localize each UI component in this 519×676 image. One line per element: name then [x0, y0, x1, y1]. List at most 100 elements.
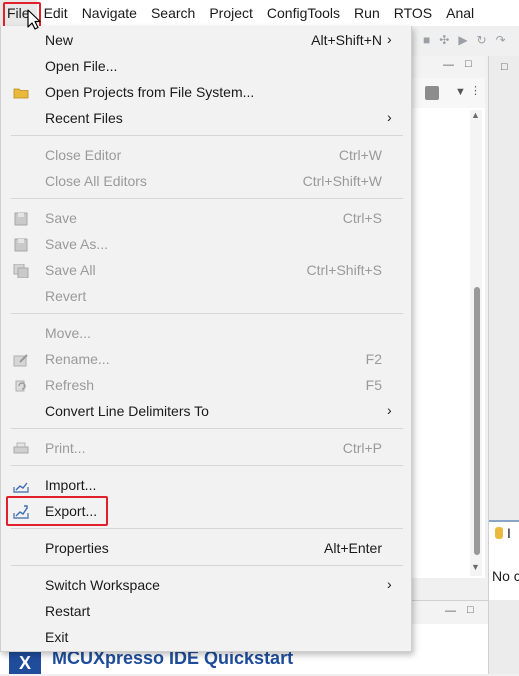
file-menu-dropdown: New Alt+Shift+N › Open File... Open Proj… [0, 26, 412, 652]
maximize-icon[interactable]: □ [501, 61, 508, 73]
menu-item-label: Open File... [45, 58, 118, 74]
menu-item-shortcut: Ctrl+Shift+W [302, 173, 382, 189]
menu-rtos[interactable]: RTOS [387, 0, 439, 26]
menu-separator [11, 313, 403, 314]
import-highlight [6, 496, 108, 526]
menu-item-move[interactable]: Move... [1, 321, 411, 347]
menu-item-shortcut: Ctrl+W [338, 147, 382, 163]
menu-item-open-projects[interactable]: Open Projects from File System... [1, 80, 411, 106]
menu-item-shortcut: Ctrl+P [342, 440, 382, 456]
menu-item-shortcut: F2 [365, 351, 382, 367]
menu-item-save-all[interactable]: Save All Ctrl+Shift+S [1, 258, 411, 284]
debug-icon[interactable]: ✣ [439, 33, 449, 47]
menu-item-new[interactable]: New Alt+Shift+N › [1, 28, 411, 54]
submenu-arrow-icon: › [387, 31, 392, 47]
mouse-cursor-icon [27, 9, 41, 30]
menu-item-recent-files[interactable]: Recent Files › [1, 106, 411, 132]
import-icon [13, 482, 29, 493]
minimize-icon[interactable]: — [443, 59, 454, 71]
menu-item-label: Switch Workspace [45, 577, 160, 593]
menu-item-convert-line-delimiters[interactable]: Convert Line Delimiters To › [1, 399, 411, 425]
folder-icon [13, 88, 29, 99]
menu-item-label: Recent Files [45, 110, 123, 126]
menu-item-label: Refresh [45, 377, 95, 393]
menu-item-label: Close All Editors [45, 173, 147, 189]
menu-item-label: Print... [45, 440, 86, 456]
menu-item-restart[interactable]: Restart [1, 599, 411, 625]
menu-edit[interactable]: Edit [37, 0, 75, 26]
menu-separator [11, 135, 403, 136]
view-toolbar: ▼ ⋮ [411, 78, 485, 108]
menu-item-shortcut: Alt+Enter [324, 540, 382, 556]
refresh-icon [15, 380, 26, 392]
submenu-arrow-icon: › [387, 576, 392, 592]
menu-item-save[interactable]: Save Ctrl+S [1, 206, 411, 232]
view-menu-icon[interactable]: ⋮ [470, 84, 481, 97]
cycle-icon[interactable]: ↻ [477, 33, 487, 47]
filter-icon[interactable] [425, 86, 439, 100]
menu-project[interactable]: Project [202, 0, 260, 26]
menu-item-label: Save [45, 210, 77, 226]
submenu-arrow-icon: › [387, 109, 392, 125]
minimize-icon[interactable]: — [445, 605, 456, 617]
menu-item-label: Open Projects from File System... [45, 84, 255, 100]
menu-item-label: Save As... [45, 236, 109, 252]
menu-item-open-file[interactable]: Open File... [1, 54, 411, 80]
scroll-up-icon[interactable]: ▲ [471, 110, 480, 120]
save-all-icon [13, 264, 29, 278]
menu-item-print[interactable]: Print... Ctrl+P [1, 436, 411, 462]
menu-item-label: Import... [45, 477, 97, 493]
main-toolbar: ■ ✣ ▶ ↻ ↷ [411, 26, 519, 54]
menu-separator [11, 428, 403, 429]
right-panel-message: No c [492, 568, 519, 584]
menu-separator [11, 565, 403, 566]
menu-separator [11, 465, 403, 466]
menu-bar: File Edit Navigate Search Project Config… [0, 0, 519, 27]
menu-item-label: Exit [45, 629, 69, 645]
menu-item-switch-workspace[interactable]: Switch Workspace › [1, 573, 411, 599]
print-icon [13, 442, 29, 454]
chevron-down-icon[interactable]: ▼ [455, 86, 466, 98]
scroll-down-icon[interactable]: ▼ [471, 562, 480, 572]
mcuxpresso-logo-icon: X [9, 650, 41, 674]
menu-item-label: Revert [45, 288, 87, 304]
rename-icon [13, 354, 28, 367]
maximize-icon[interactable]: □ [467, 604, 474, 616]
save-as-icon [14, 238, 28, 252]
save-icon [14, 212, 28, 226]
menu-item-rename[interactable]: Rename... F2 [1, 347, 411, 373]
menu-item-label: Rename... [45, 351, 110, 367]
menu-search[interactable]: Search [144, 0, 202, 26]
menu-item-revert[interactable]: Revert [1, 284, 411, 310]
database-icon [495, 527, 503, 539]
menu-item-exit[interactable]: Exit [1, 625, 411, 651]
maximize-icon[interactable]: □ [465, 58, 472, 70]
menu-analysis[interactable]: Anal [439, 0, 481, 26]
menu-item-refresh[interactable]: Refresh F5 [1, 373, 411, 399]
submenu-arrow-icon: › [387, 402, 392, 418]
menu-item-shortcut: Alt+Shift+N [311, 32, 382, 48]
menu-item-properties[interactable]: Properties Alt+Enter [1, 536, 411, 562]
menu-item-shortcut: F5 [365, 377, 382, 393]
menu-item-shortcut: Ctrl+Shift+S [306, 262, 382, 278]
menu-item-label: Move... [45, 325, 91, 341]
run-icon[interactable]: ▶ [458, 33, 467, 47]
project-explorer-header: — □ [411, 56, 485, 79]
menu-item-label: New [45, 32, 74, 48]
menu-separator [11, 528, 403, 529]
right-panel-tab[interactable]: I [489, 520, 519, 544]
scrollbar-thumb[interactable] [474, 287, 480, 555]
menu-item-label: Convert Line Delimiters To [45, 403, 209, 419]
menu-item-label: Save All [45, 262, 96, 278]
redo-icon[interactable]: ↷ [496, 33, 506, 47]
menu-run[interactable]: Run [347, 0, 387, 26]
menu-navigate[interactable]: Navigate [75, 0, 144, 26]
menu-item-close-all-editors[interactable]: Close All Editors Ctrl+Shift+W [1, 169, 411, 195]
menu-configtools[interactable]: ConfigTools [260, 0, 347, 26]
menu-item-close-editor[interactable]: Close Editor Ctrl+W [1, 143, 411, 169]
bottom-view-header: — □ [411, 600, 488, 626]
menu-item-label: Restart [45, 603, 91, 619]
menu-item-save-as[interactable]: Save As... [1, 232, 411, 258]
right-panel-tab-label: I [507, 525, 511, 541]
stop-icon[interactable]: ■ [423, 33, 430, 47]
